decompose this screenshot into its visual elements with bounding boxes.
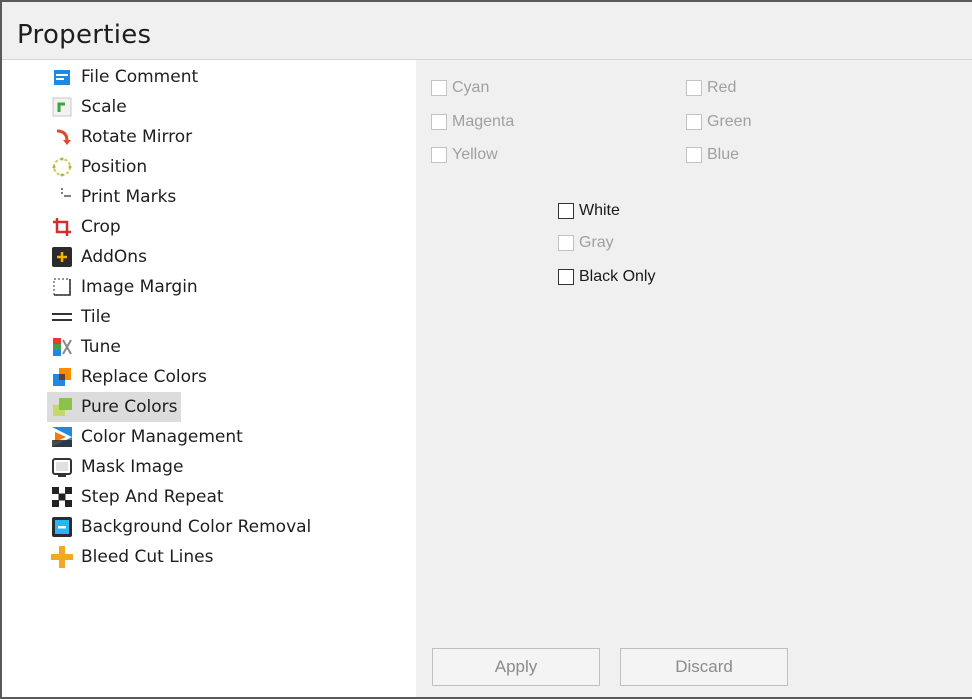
pure-colors-icon — [53, 398, 72, 416]
red-label: Red — [707, 79, 737, 96]
sidebar-item-label: Tile — [81, 307, 111, 327]
sidebar-item-label: Position — [81, 157, 148, 177]
sidebar-item-label: Print Marks — [81, 187, 177, 207]
properties-header: Properties — [2, 2, 972, 60]
checkbox-box[interactable] — [558, 203, 574, 219]
sidebar-item-scale[interactable]: Scale — [47, 92, 131, 122]
checkbox-box[interactable] — [431, 80, 447, 96]
step-and-repeat-icon — [52, 487, 72, 507]
yellow-label: Yellow — [452, 146, 498, 163]
sidebar-item-label: Bleed Cut Lines — [81, 547, 214, 567]
sidebar-item-label: Crop — [81, 217, 121, 237]
red-checkbox[interactable]: Red — [686, 79, 736, 97]
sidebar-item-crop[interactable]: Crop — [47, 212, 125, 242]
sidebar-item-label: Color Management — [81, 427, 243, 447]
checkbox-box[interactable] — [686, 80, 702, 96]
sidebar-item-addons[interactable]: AddOns — [47, 242, 151, 272]
sidebar-item-label: AddOns — [81, 247, 147, 267]
bleed-cut-lines-icon — [51, 546, 73, 568]
sidebar-item-step-and-repeat[interactable]: Step And Repeat — [47, 482, 228, 512]
sidebar-item-label: Tune — [81, 337, 121, 357]
blue-checkbox[interactable]: Blue — [686, 146, 739, 164]
discard-button[interactable]: Discard — [620, 648, 788, 686]
checkbox-box[interactable] — [558, 235, 574, 251]
cyan-checkbox[interactable]: Cyan — [431, 79, 489, 97]
sidebar-item-mask-image[interactable]: Mask Image — [47, 452, 187, 482]
checkbox-box[interactable] — [431, 147, 447, 163]
gray-checkbox[interactable]: Gray — [558, 234, 614, 252]
sidebar-item-label: Step And Repeat — [81, 487, 224, 507]
sidebar-item-rotate-mirror[interactable]: Rotate Mirror — [47, 122, 196, 152]
sidebar-item-label: Scale — [81, 97, 127, 117]
yellow-checkbox[interactable]: Yellow — [431, 146, 498, 164]
pure-colors-panel: Cyan Magenta Yellow Red Green Blue White… — [416, 60, 972, 697]
tile-icon — [52, 313, 72, 321]
sidebar-item-label: Mask Image — [81, 457, 184, 477]
white-checkbox[interactable]: White — [558, 202, 620, 220]
sidebar-item-image-margin[interactable]: Image Margin — [47, 272, 202, 302]
sidebar-item-label: Rotate Mirror — [81, 127, 193, 147]
sidebar-item-label: Image Margin — [81, 277, 198, 297]
checkbox-box[interactable] — [686, 114, 702, 130]
sidebar-item-label: File Comment — [81, 67, 199, 87]
sidebar-item-label: Background Color Removal — [81, 517, 312, 537]
print-marks-icon — [61, 188, 71, 197]
rotate-mirror-icon — [56, 129, 71, 145]
sidebar-item-position[interactable]: Position — [47, 152, 151, 182]
cyan-label: Cyan — [452, 79, 490, 96]
sidebar-item-background-color-removal[interactable]: Background Color Removal — [47, 512, 315, 542]
checkbox-box[interactable] — [686, 147, 702, 163]
position-icon — [52, 157, 72, 177]
magenta-checkbox[interactable]: Magenta — [431, 113, 514, 131]
file-comment-icon — [54, 70, 70, 85]
sidebar-item-file-comment[interactable]: File Comment — [47, 62, 202, 92]
sidebar-item-print-marks[interactable]: Print Marks — [47, 182, 180, 212]
sidebar-item-pure-colors[interactable]: Pure Colors — [47, 392, 182, 422]
sidebar-item-tune[interactable]: Tune — [47, 332, 125, 362]
checkbox-box[interactable] — [558, 269, 574, 285]
image-margin-icon — [53, 278, 71, 296]
crop-icon — [53, 218, 71, 236]
sidebar-item-tile[interactable]: Tile — [47, 302, 115, 332]
page-title: Properties — [17, 20, 152, 50]
gray-label: Gray — [579, 234, 614, 251]
sidebar-item-label: Replace Colors — [81, 367, 207, 387]
addons-icon — [52, 247, 72, 267]
sidebar-item-bleed-cut-lines[interactable]: Bleed Cut Lines — [47, 542, 218, 572]
sidebar-item-color-management[interactable]: Color Management — [47, 422, 247, 452]
color-management-icon — [52, 427, 72, 447]
checkbox-box[interactable] — [431, 114, 447, 130]
black-only-checkbox[interactable]: Black Only — [558, 268, 655, 286]
white-label: White — [579, 202, 620, 219]
green-label: Green — [707, 113, 752, 130]
scale-icon — [52, 97, 72, 117]
magenta-label: Magenta — [452, 113, 515, 130]
sidebar-item-label: Pure Colors — [81, 397, 178, 417]
sidebar-item-replace-colors[interactable]: Replace Colors — [47, 362, 211, 392]
blue-label: Blue — [707, 146, 740, 163]
properties-sidebar: File Comment Scale Rotate Mirror Positio… — [2, 60, 416, 697]
green-checkbox[interactable]: Green — [686, 113, 751, 131]
black-only-label: Black Only — [579, 268, 656, 285]
mask-image-icon — [52, 458, 72, 477]
apply-button[interactable]: Apply — [432, 648, 600, 686]
background-color-removal-icon — [52, 517, 72, 537]
replace-colors-icon — [53, 368, 71, 386]
tune-icon — [53, 338, 72, 356]
